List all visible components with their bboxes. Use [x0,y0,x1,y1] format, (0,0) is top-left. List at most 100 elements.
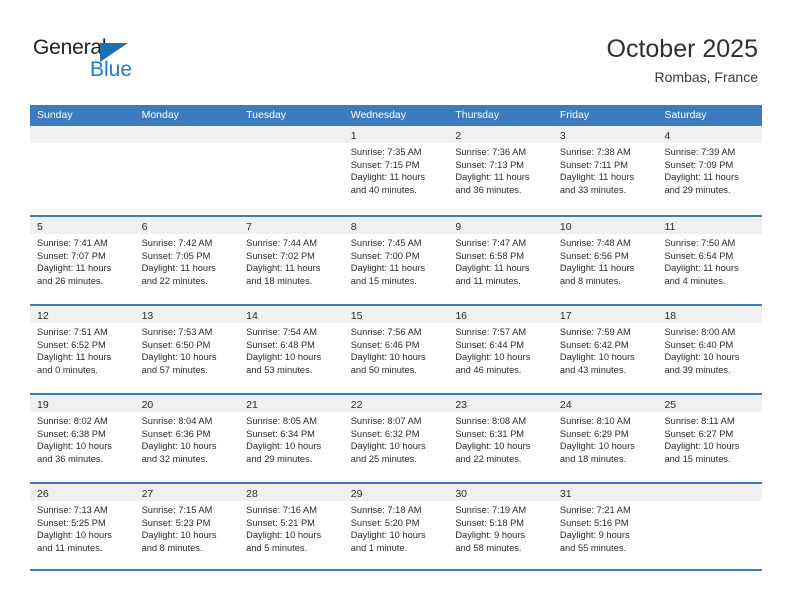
calendar-day-number: 21 [246,399,258,411]
calendar-day-cell[interactable]: 20 Sunrise: 8:04 AM Sunset: 6:36 PM Dayligh… [134,395,240,482]
calendar-day-cell[interactable]: 9 Sunrise: 7:47 AM Sunset: 6:58 PM Daylight… [448,217,553,304]
calendar-day-cell[interactable]: 1 Sunrise: 7:35 AM Sunset: 7:15 PM Daylight… [343,126,449,215]
calendar-day-number: 6 [141,221,148,233]
calendar-day-cell[interactable]: 30 Sunrise: 7:19 AM Sunset: 5:18 PM Dayligh… [448,484,553,569]
calendar-day-header: 20 [134,395,240,412]
calendar-day-cell[interactable]: 8 Sunrise: 7:45 AM Sunset: 7:00 PM Daylight… [343,217,449,304]
calendar-day-cell[interactable]: 25 Sunrise: 8:11 AM Sunset: 6:27 PM Dayligh… [657,395,763,482]
calendar-day-details: Sunrise: 7:35 AM Sunset: 7:15 PM Daylight:… [344,143,449,196]
calendar-day-cell[interactable]: 2 Sunrise: 7:36 AM Sunset: 7:13 PM Daylight… [448,126,553,215]
calendar-day-cell[interactable]: 18 Sunrise: 8:00 AM Sunset: 6:40 PM Dayligh… [657,306,763,393]
calendar-day-cell[interactable]: 7 Sunrise: 7:44 AM Sunset: 7:02 PM Daylight… [239,217,344,304]
sunset-text: Sunset: 7:07 PM [37,250,106,261]
sunset-text: Sunset: 7:05 PM [141,250,211,261]
calendar-day-header: 3 [552,126,658,143]
sunrise-text: Sunrise: 7:19 AM [455,505,527,515]
daylight-text: Daylight: 11 hours [37,352,112,363]
calendar-day-cell[interactable]: 4 Sunrise: 7:39 AM Sunset: 7:09 PM Daylight… [657,126,763,215]
sunrise-text: Sunrise: 7:47 AM [455,238,527,248]
weekday-saturday: Saturday [664,109,707,121]
calendar-day-number: 22 [350,399,363,411]
calendar-day-cell[interactable]: 22 Sunrise: 8:07 AM Sunset: 6:32 PM Dayligh… [343,395,449,482]
calendar-day-cell[interactable]: 6 Sunrise: 7:42 AM Sunset: 7:05 PM Daylight… [134,217,240,304]
brand-logo[interactable]: General Blue [33,36,193,84]
sunset-text: Sunset: 5:21 PM [246,517,315,528]
sunset-text: Sunset: 5:20 PM [350,517,420,528]
daylight-text-cont: and 18 minutes. [246,275,313,286]
calendar-day-header: 18 [657,306,763,323]
daylight-text-cont: and 33 minutes. [559,184,627,195]
calendar-page: General Blue October 2025 Rombas, France… [0,0,792,612]
daylight-text: Daylight: 9 hours [455,530,526,541]
calendar-day-header: 15 [343,306,449,323]
sunset-text: Sunset: 7:11 PM [559,159,628,170]
calendar-day-cell[interactable]: 27 Sunrise: 7:15 AM Sunset: 5:23 PM Dayligh… [134,484,240,569]
daylight-text-cont: and 29 minutes. [246,453,313,464]
daylight-text: Daylight: 9 hours [559,530,630,541]
daylight-text-cont: and 50 minutes. [350,364,417,375]
calendar-day-cell[interactable]: 21 Sunrise: 8:05 AM Sunset: 6:34 PM Dayligh… [239,395,344,482]
calendar-day-header: 10 [552,217,658,234]
sunset-text: Sunset: 6:56 PM [559,250,629,261]
sunrise-text: Sunrise: 7:18 AM [350,505,422,515]
calendar-day-details [239,143,344,146]
calendar-day-cell[interactable]: 28 Sunrise: 7:16 AM Sunset: 5:21 PM Dayligh… [239,484,344,569]
calendar-day-number: 19 [37,399,49,411]
calendar-day-details: Sunrise: 7:41 AM Sunset: 7:07 PM Daylight:… [30,234,135,287]
calendar-day-cell[interactable]: 16 Sunrise: 7:57 AM Sunset: 6:44 PM Dayligh… [448,306,553,393]
calendar-day-number: 23 [455,399,467,411]
calendar-day-number: 25 [664,399,677,411]
sunrise-text: Sunrise: 7:51 AM [37,327,108,337]
calendar-grid: Sunday Monday Tuesday Wednesday Thursday… [30,105,763,571]
calendar-day-details: Sunrise: 7:21 AM Sunset: 5:16 PM Daylight:… [553,501,658,554]
calendar-day-cell[interactable]: 17 Sunrise: 7:59 AM Sunset: 6:42 PM Dayligh… [552,306,658,393]
calendar-day-cell[interactable]: 12 Sunrise: 7:51 AM Sunset: 6:52 PM Dayligh… [30,306,135,393]
calendar-day-number: 8 [350,221,357,233]
calendar-day-number: 20 [141,399,154,411]
calendar-day-header: 4 [657,126,763,143]
sunset-text: Sunset: 5:25 PM [37,517,106,528]
daylight-text: Daylight: 10 hours [141,352,217,363]
calendar-day-number: 31 [559,488,572,500]
calendar-day-header: 9 [448,217,553,234]
daylight-text: Daylight: 10 hours [350,530,426,541]
sunset-text: Sunset: 6:29 PM [559,428,629,439]
sunrise-text: Sunrise: 7:50 AM [664,238,736,248]
calendar-day-cell[interactable]: 13 Sunrise: 7:53 AM Sunset: 6:50 PM Dayligh… [134,306,240,393]
calendar-day-cell[interactable]: 10 Sunrise: 7:48 AM Sunset: 6:56 PM Dayligh… [552,217,658,304]
sunrise-text: Sunrise: 8:04 AM [141,416,213,426]
sunrise-text: Sunrise: 7:42 AM [141,238,213,248]
daylight-text: Daylight: 10 hours [455,441,531,452]
calendar-day-cell[interactable]: 5 Sunrise: 7:41 AM Sunset: 7:07 PM Daylight… [30,217,135,304]
calendar-day-details: Sunrise: 7:15 AM Sunset: 5:23 PM Daylight:… [135,501,240,554]
daylight-text: Daylight: 10 hours [664,441,740,452]
calendar-day-details: Sunrise: 8:07 AM Sunset: 6:32 PM Daylight:… [344,412,449,465]
calendar-day-cell[interactable]: 14 Sunrise: 7:54 AM Sunset: 6:48 PM Dayligh… [239,306,344,393]
calendar-day-cell[interactable]: 11 Sunrise: 7:50 AM Sunset: 6:54 PM Dayligh… [657,217,763,304]
weekday-sunday: Sunday [37,109,73,121]
calendar-day-details [657,501,762,504]
calendar-day-cell[interactable]: 26 Sunrise: 7:13 AM Sunset: 5:25 PM Dayligh… [30,484,135,569]
calendar-day-cell[interactable]: 15 Sunrise: 7:56 AM Sunset: 6:46 PM Dayligh… [343,306,449,393]
calendar-day-cell[interactable]: 19 Sunrise: 8:02 AM Sunset: 6:38 PM Dayligh… [30,395,135,482]
calendar-day-cell[interactable]: 31 Sunrise: 7:21 AM Sunset: 5:16 PM Dayligh… [552,484,658,569]
sunset-text: Sunset: 6:42 PM [559,339,629,350]
daylight-text-cont: and 55 minutes. [559,542,627,553]
calendar-day-number: 17 [559,310,572,322]
calendar-day-cell[interactable]: 29 Sunrise: 7:18 AM Sunset: 5:20 PM Dayligh… [343,484,449,569]
daylight-text-cont: and 22 minutes. [141,275,208,286]
calendar-day-cell[interactable]: 3 Sunrise: 7:38 AM Sunset: 7:11 PM Daylight… [552,126,658,215]
calendar-day-cell[interactable]: 23 Sunrise: 8:08 AM Sunset: 6:31 PM Dayligh… [448,395,553,482]
sunrise-text: Sunrise: 7:38 AM [559,147,631,157]
calendar-day-number: 28 [246,488,258,500]
calendar-day-cell-empty [239,126,344,215]
calendar-day-header: 2 [448,126,553,143]
calendar-day-header [657,484,763,501]
calendar-day-header: 26 [30,484,135,501]
calendar-day-details: Sunrise: 8:11 AM Sunset: 6:27 PM Daylight:… [657,412,762,465]
calendar-day-cell[interactable]: 24 Sunrise: 8:10 AM Sunset: 6:29 PM Dayligh… [552,395,658,482]
daylight-text-cont: and 4 minutes. [664,275,726,286]
calendar-day-number: 3 [559,130,566,142]
calendar-day-details: Sunrise: 8:04 AM Sunset: 6:36 PM Daylight:… [135,412,240,465]
calendar-day-details: Sunrise: 8:10 AM Sunset: 6:29 PM Daylight:… [553,412,658,465]
